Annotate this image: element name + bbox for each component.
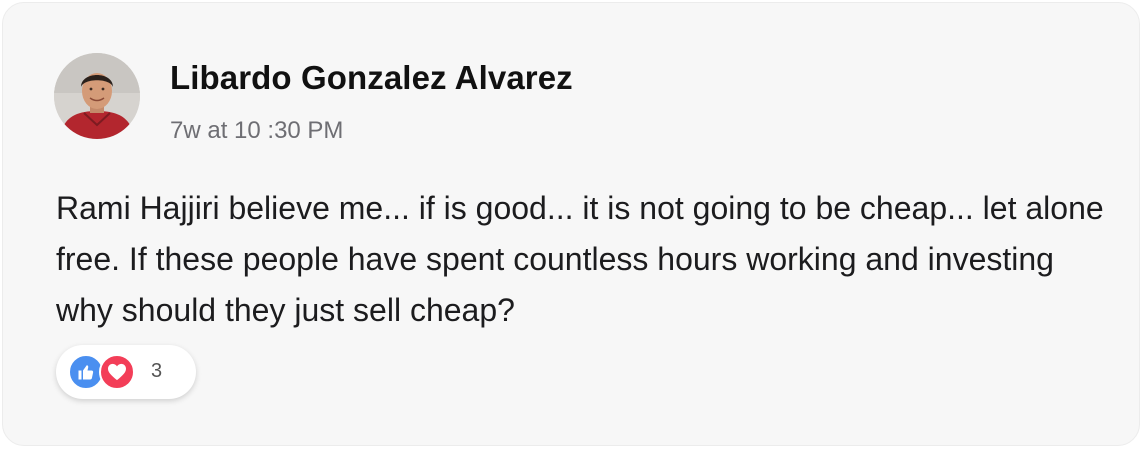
reaction-count: 3 [151,360,163,382]
avatar-image [54,53,140,139]
author-name[interactable]: Libardo Gonzalez Alvarez [170,59,573,97]
love-icon [99,354,135,390]
reactions-pill[interactable]: 3 [56,345,196,399]
comment-timestamp[interactable]: 7w at 10 :30 PM [170,117,343,145]
comment-card: Libardo Gonzalez Alvarez 7w at 10 :30 PM… [2,2,1140,446]
comment-text: Rami Hajjiri believe me... if is good...… [56,190,1104,328]
avatar[interactable] [54,53,140,139]
